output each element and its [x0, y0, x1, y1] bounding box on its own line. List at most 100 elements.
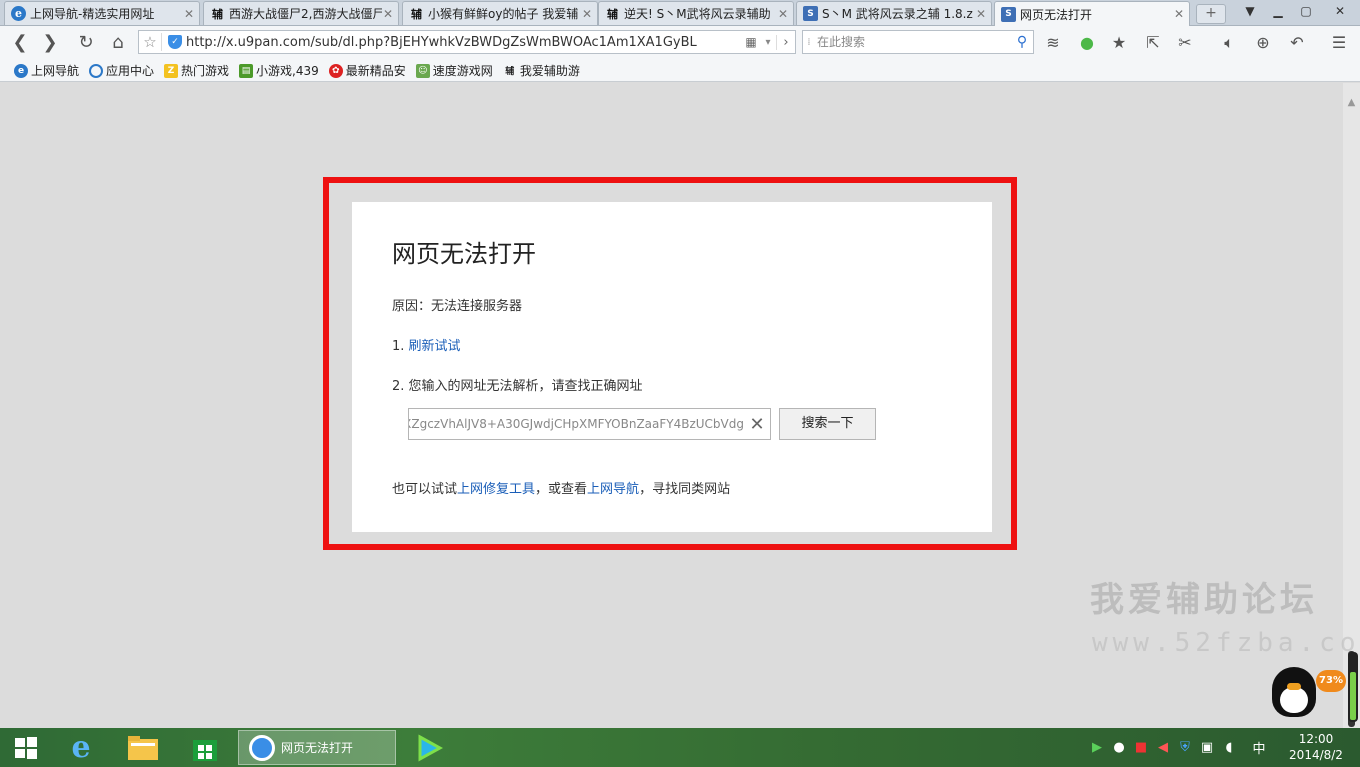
- clear-icon[interactable]: ✕: [744, 414, 770, 435]
- tab-title: 小猴有鲜鲜oy的帖子 我爱辅: [428, 7, 579, 21]
- volume-icon[interactable]: 🔈︎: [1216, 32, 1242, 54]
- scissors-icon[interactable]: ✂: [1172, 32, 1198, 54]
- clock-time: 12:00: [1298, 732, 1334, 746]
- folder-icon: [128, 735, 158, 760]
- browser-logo-icon: [249, 734, 275, 761]
- store-button[interactable]: [184, 730, 226, 765]
- store-bag-icon: [193, 739, 217, 761]
- star-icon[interactable]: ☆: [139, 33, 162, 51]
- refresh-icon[interactable]: ↻: [74, 32, 98, 54]
- page-title: 网页无法打开: [392, 240, 536, 268]
- shirt-skin-icon[interactable]: ▼: [1236, 0, 1264, 22]
- tab-title: S丶M 武将风云录之辅 1.8.z: [822, 7, 973, 21]
- close-icon[interactable]: ✕: [777, 7, 789, 21]
- close-icon[interactable]: ✕: [1173, 7, 1185, 21]
- tab-1[interactable]: e 上网导航-精选实用网址 ✕: [4, 1, 200, 25]
- scroll-up-icon[interactable]: ▲: [1343, 97, 1360, 108]
- minimize-icon[interactable]: ▁: [1264, 0, 1292, 22]
- media-player-button[interactable]: [408, 730, 450, 765]
- maximize-icon[interactable]: ▢: [1292, 0, 1320, 22]
- bookmark-item[interactable]: 应用中心: [89, 62, 154, 79]
- penguin-beak: [1287, 683, 1301, 690]
- wifi-icon[interactable]: ≋: [1040, 32, 1066, 54]
- footer-mid: ，或查看: [535, 482, 588, 497]
- url-text[interactable]: http://x.u9pan.com/sub/dl.php?BjEHYwhkVz…: [186, 35, 742, 50]
- network-icon[interactable]: ▣: [1196, 740, 1218, 755]
- address-bar[interactable]: ☆ ✓ http://x.u9pan.com/sub/dl.php?BjEHYw…: [138, 30, 796, 54]
- qq-tray-icon[interactable]: ●: [1108, 740, 1130, 755]
- new-tab-button[interactable]: +: [1196, 4, 1226, 24]
- accelerator-percent-badge[interactable]: 73%: [1316, 670, 1346, 692]
- menu-icon[interactable]: ☰: [1326, 32, 1352, 54]
- bookmark-item[interactable]: ▤ 小游戏,439: [239, 62, 319, 79]
- browser-taskbar-button[interactable]: 网页无法打开: [238, 730, 396, 765]
- search-input[interactable]: [815, 31, 1011, 53]
- tab-4[interactable]: 辅 逆天! S丶M武将风云录辅助 ✕: [598, 1, 794, 25]
- toolbar: ❮ ❯ ↻ ⌂ ☆ ✓ http://x.u9pan.com/sub/dl.ph…: [0, 26, 1360, 60]
- volume-tray-icon[interactable]: ◖: [1218, 740, 1240, 755]
- media-tray-icon[interactable]: ▶: [1086, 740, 1108, 755]
- bookmark-label: 热门游戏: [181, 64, 230, 78]
- footer-prefix: 也可以试试: [392, 482, 458, 497]
- tab-3[interactable]: 辅 小猴有鲜鲜oy的帖子 我爱辅 ✕: [402, 1, 598, 25]
- hot-games-icon: Z: [164, 63, 179, 78]
- ie-logo-icon: e: [11, 6, 26, 21]
- shield-tray-icon[interactable]: ⛨: [1174, 740, 1196, 755]
- taskbar-window-title: 网页无法打开: [281, 741, 354, 755]
- step-1-prefix: 1.: [392, 339, 409, 354]
- tab-5[interactable]: S S丶M 武将风云录之辅 1.8.z ✕: [796, 1, 992, 25]
- gauge-level: [1350, 672, 1356, 720]
- bookmark-item[interactable]: 辅 我爱辅助游: [503, 62, 580, 79]
- error-reason: 原因：无法连接服务器: [392, 299, 523, 314]
- search-button[interactable]: 搜索一下: [779, 408, 876, 440]
- mini-games-icon: ▤: [239, 63, 254, 78]
- drag-handle-icon[interactable]: ⁞: [803, 37, 815, 48]
- home-icon[interactable]: ⌂: [106, 32, 130, 54]
- back-icon[interactable]: ❮: [8, 32, 32, 54]
- close-icon[interactable]: ✕: [183, 7, 195, 21]
- qq-penguin-icon[interactable]: [1266, 665, 1324, 721]
- chevron-down-icon[interactable]: ▾: [760, 37, 776, 48]
- refresh-link[interactable]: 刷新试试: [409, 339, 461, 354]
- tab-2[interactable]: 辅 西游大战僵尸2,西游大战僵尸 ✕: [203, 1, 399, 25]
- repair-tool-link[interactable]: 上网修复工具: [457, 482, 535, 497]
- forward-icon[interactable]: ❯: [38, 32, 62, 54]
- bookmark-item[interactable]: Z 热门游戏: [164, 62, 229, 79]
- file-explorer-button[interactable]: [122, 730, 164, 765]
- bookmark-item[interactable]: e 上网导航: [14, 62, 79, 79]
- bookmark-item[interactable]: ✿ 最新精品安: [328, 62, 406, 79]
- close-icon[interactable]: ✕: [581, 7, 593, 21]
- wechat-icon[interactable]: ●: [1074, 32, 1100, 54]
- close-icon[interactable]: ✕: [975, 7, 987, 21]
- window-close-icon[interactable]: ✕: [1320, 0, 1360, 22]
- footer-line: 也可以试试上网修复工具，或查看上网导航，寻找同类网站: [392, 478, 730, 497]
- search-box: ⁞ ⚲: [802, 30, 1034, 54]
- go-arrow-icon[interactable]: ›: [776, 34, 795, 50]
- error-card: 网页无法打开 原因：无法连接服务器 1. 刷新试试 2. 您输入的网址无法解析，…: [352, 202, 992, 532]
- share-icon[interactable]: ⇱: [1140, 32, 1166, 54]
- app-center-icon: [89, 63, 104, 78]
- search-icon[interactable]: ⚲: [1011, 34, 1033, 50]
- bookmark-label: 应用中心: [106, 64, 155, 78]
- footer-suffix: ，寻找同类网站: [639, 482, 731, 497]
- speaker-muted-icon[interactable]: ◀: [1152, 740, 1174, 755]
- tab-6-active[interactable]: S 网页无法打开 ✕: [994, 1, 1190, 26]
- favorites-star-icon[interactable]: ★: [1106, 32, 1132, 54]
- url-search-value[interactable]: BjEHYwhkVzBWDgZsWmBWOAc1Am1XA1GyBLsRXZgc…: [409, 417, 744, 431]
- start-button[interactable]: [6, 730, 46, 765]
- ie-taskbar-button[interactable]: e: [60, 730, 102, 765]
- url-search-field[interactable]: BjEHYwhkVzBWDgZsWmBWOAc1Am1XA1GyBLsRXZgc…: [408, 408, 771, 440]
- accelerator-gauge: [1348, 652, 1358, 722]
- ime-indicator[interactable]: 中: [1248, 738, 1270, 757]
- taskbar-clock[interactable]: 12:00 2014/8/2: [1284, 731, 1348, 763]
- app-tray-icon[interactable]: ■: [1130, 740, 1152, 755]
- close-icon[interactable]: ✕: [382, 7, 394, 21]
- download-icon[interactable]: ⊕: [1250, 32, 1276, 54]
- nav-link[interactable]: 上网导航: [587, 482, 639, 497]
- step-1: 1. 刷新试试: [392, 335, 461, 354]
- ie-logo-icon: e: [14, 63, 28, 78]
- fu-char-icon: 辅: [212, 7, 223, 21]
- undo-icon[interactable]: ↶: [1284, 32, 1310, 54]
- qr-code-icon[interactable]: ▦: [742, 35, 760, 49]
- bookmark-item[interactable]: ☺ 速度游戏网: [415, 62, 493, 79]
